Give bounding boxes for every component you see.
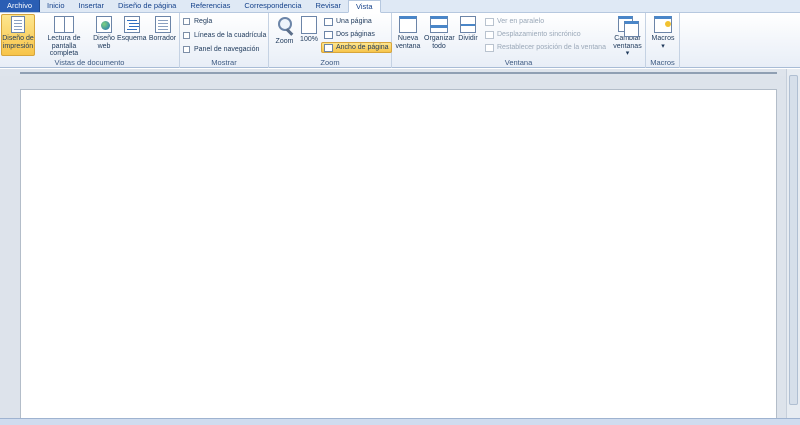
print-layout-icon — [11, 16, 25, 33]
tab-vista[interactable]: Vista — [347, 0, 381, 13]
ruler-checkbox-label: Regla — [194, 17, 213, 25]
navigation-pane-checkbox-box[interactable] — [183, 45, 190, 53]
web-layout-label: Diseño web — [93, 35, 115, 50]
switch-windows-button[interactable]: Cambiar ventanas ▾ — [611, 14, 644, 57]
group-label-zoom: Zoom — [320, 58, 340, 67]
navigation-pane-checkbox[interactable]: Panel de navegación — [183, 44, 259, 54]
group-label-macros: Macros — [650, 58, 675, 67]
group-show: Regla Líneas de la cuadrícula Panel de n… — [180, 13, 269, 68]
zoom-100-label: 100% — [300, 36, 318, 43]
tab-archivo[interactable]: Archivo — [0, 0, 41, 12]
synchronous-scrolling-icon — [485, 30, 494, 39]
print-layout-button[interactable]: Diseño de impresión — [1, 14, 35, 56]
tab-diseno-de-pagina[interactable]: Diseño de página — [111, 0, 183, 12]
group-window: Nueva ventana Organizar todo Dividir Ver… — [392, 13, 646, 68]
zoom-100-icon — [301, 16, 317, 34]
ruler-checkbox-box[interactable] — [183, 17, 190, 25]
vertical-scrollbar-thumb[interactable] — [789, 75, 798, 405]
draft-label: Borrador — [148, 35, 177, 42]
new-window-button[interactable]: Nueva ventana — [394, 14, 422, 56]
arrange-all-button[interactable]: Organizar todo — [423, 14, 455, 56]
two-pages-label: Dos páginas — [336, 31, 375, 38]
document-page[interactable] — [20, 89, 777, 424]
ribbon-tab-bar: Archivo Inicio Insertar Diseño de página… — [0, 0, 800, 13]
outline-label: Esquema — [117, 35, 147, 42]
group-zoom: Zoom 100% Una página Dos páginas Ancho d… — [269, 13, 392, 68]
arrange-all-label: Organizar todo — [424, 35, 455, 50]
view-side-by-side-label: Ver en paralelo — [497, 18, 545, 25]
side-by-side-icon — [485, 17, 494, 26]
print-layout-label: Diseño de impresión — [2, 35, 34, 50]
reset-window-position-icon — [485, 43, 494, 52]
synchronous-scrolling-button[interactable]: Desplazamiento sincrónico — [482, 29, 584, 40]
switch-windows-icon — [617, 16, 639, 37]
reset-window-position-label: Restablecer posición de la ventana — [497, 44, 606, 51]
macros-label: Macros ▾ — [651, 35, 675, 50]
outline-icon — [123, 16, 140, 33]
group-macros: Macros ▾ Macros — [646, 13, 680, 68]
one-page-icon — [324, 17, 333, 26]
synchronous-scrolling-label: Desplazamiento sincrónico — [497, 31, 581, 38]
page-width-icon — [324, 43, 333, 52]
view-side-by-side-button[interactable]: Ver en paralelo — [482, 16, 547, 27]
navigation-pane-checkbox-label: Panel de navegación — [194, 45, 260, 53]
vertical-scrollbar[interactable] — [786, 69, 800, 418]
group-label-document-views: Vistas de documento — [54, 58, 125, 67]
tab-insertar[interactable]: Insertar — [72, 0, 111, 12]
magnifier-icon — [276, 16, 294, 36]
reset-window-position-button[interactable]: Restablecer posición de la ventana — [482, 42, 609, 53]
draft-icon — [154, 16, 171, 33]
zoom-label: Zoom — [275, 38, 294, 45]
tab-revisar[interactable]: Revisar — [309, 0, 348, 12]
full-screen-reading-icon — [54, 16, 74, 33]
full-screen-reading-button[interactable]: Lectura de pantalla completa — [36, 14, 92, 57]
page-width-button[interactable]: Ancho de página — [321, 42, 392, 53]
two-pages-button[interactable]: Dos páginas — [321, 29, 378, 40]
new-window-label: Nueva ventana — [395, 35, 421, 50]
zoom-button[interactable]: Zoom — [272, 14, 297, 56]
macros-button[interactable]: Macros ▾ — [648, 14, 678, 56]
split-label: Dividir — [458, 35, 478, 42]
outline-button[interactable]: Esquema — [116, 14, 147, 56]
zoom-100-button[interactable]: 100% — [298, 14, 320, 56]
macros-icon — [654, 16, 672, 33]
switch-windows-label: Cambiar ventanas ▾ — [613, 35, 642, 57]
web-layout-button[interactable]: Diseño web — [92, 14, 116, 56]
one-page-label: Una página — [336, 18, 372, 25]
gridlines-checkbox-label: Líneas de la cuadrícula — [194, 31, 267, 39]
page-width-label: Ancho de página — [336, 44, 389, 51]
one-page-button[interactable]: Una página — [321, 16, 375, 27]
two-pages-icon — [324, 30, 333, 39]
gridlines-checkbox-box[interactable] — [183, 31, 190, 39]
tab-inicio[interactable]: Inicio — [40, 0, 72, 12]
group-document-views: Diseño de impresión Lectura de pantalla … — [0, 13, 180, 68]
page-top-edge — [20, 72, 777, 74]
full-screen-reading-label: Lectura de pantalla completa — [47, 35, 81, 57]
new-window-icon — [399, 16, 417, 33]
split-button[interactable]: Dividir — [456, 14, 480, 56]
arrange-all-icon — [430, 16, 448, 33]
tab-correspondencia[interactable]: Correspondencia — [237, 0, 308, 12]
ruler-checkbox[interactable]: Regla — [183, 16, 212, 26]
draft-button[interactable]: Borrador — [147, 14, 178, 56]
ribbon: Diseño de impresión Lectura de pantalla … — [0, 13, 800, 68]
group-label-window: Ventana — [504, 58, 533, 67]
gridlines-checkbox[interactable]: Líneas de la cuadrícula — [183, 30, 266, 40]
web-layout-icon — [96, 16, 112, 33]
split-icon — [460, 16, 476, 33]
group-label-show: Mostrar — [211, 58, 237, 67]
status-bar — [0, 418, 800, 425]
tab-referencias[interactable]: Referencias — [183, 0, 237, 12]
